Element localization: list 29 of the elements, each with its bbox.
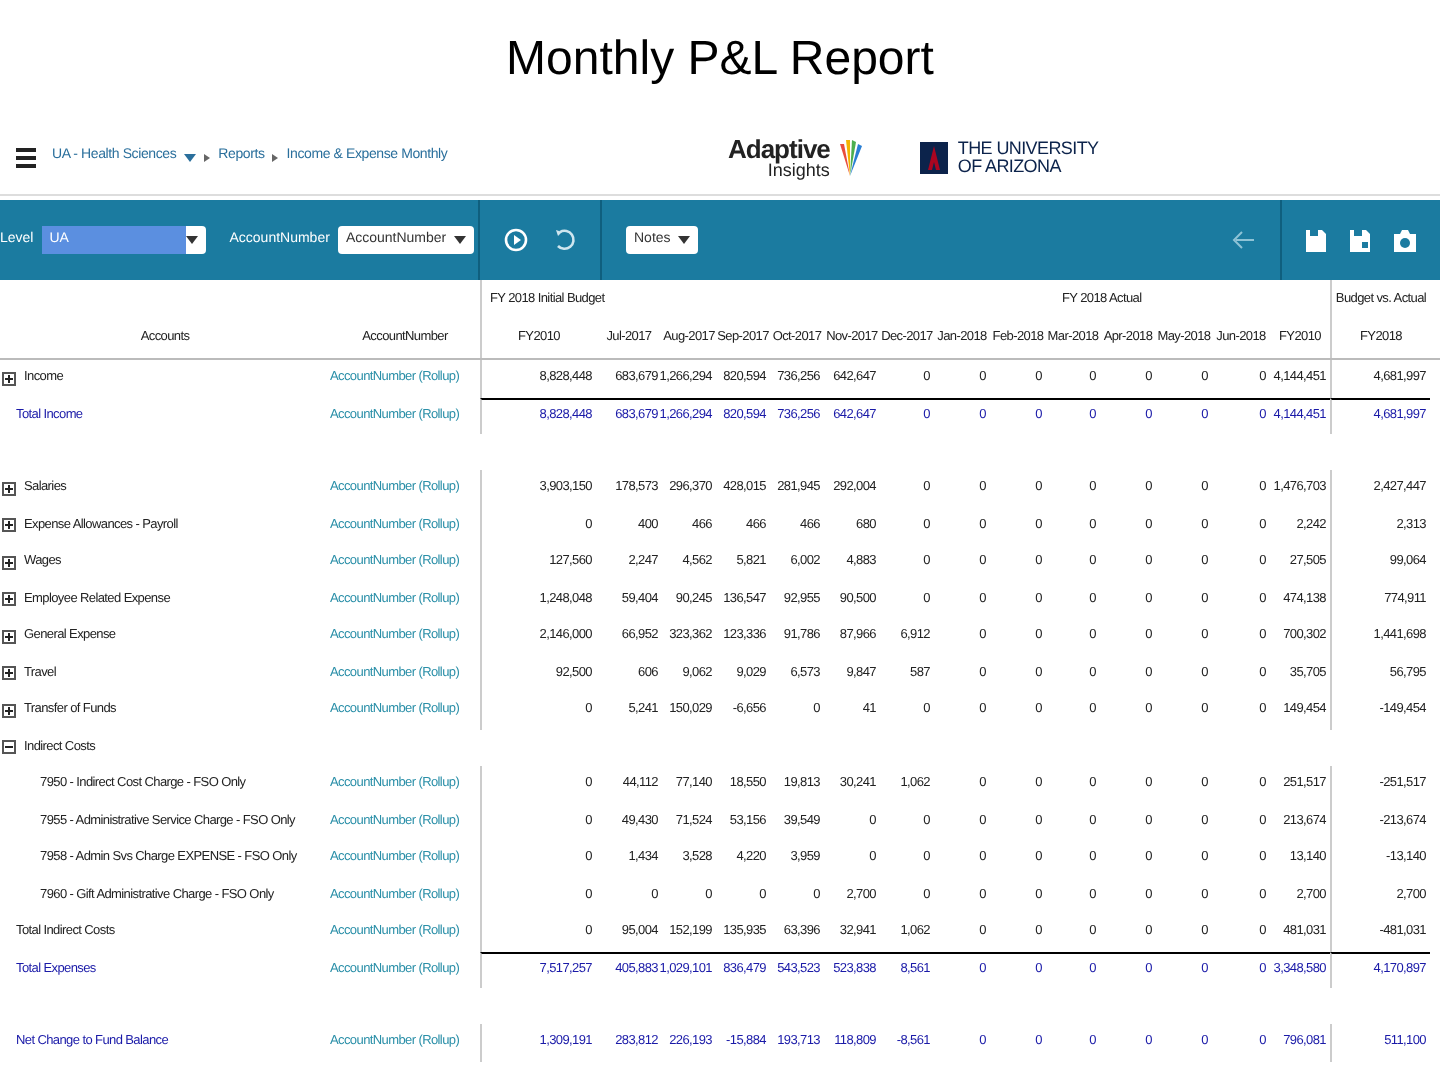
expand-icon[interactable] <box>2 703 16 718</box>
back-arrow-icon[interactable] <box>1232 230 1256 250</box>
breadcrumb-separator-icon <box>272 153 279 161</box>
expand-icon[interactable] <box>2 555 16 570</box>
save-as-icon[interactable] <box>1350 229 1370 251</box>
collapse-icon[interactable] <box>2 740 16 755</box>
expand-icon[interactable] <box>2 518 16 533</box>
expand-icon[interactable] <box>2 481 16 496</box>
camera-icon[interactable] <box>1394 229 1416 251</box>
menu-icon[interactable] <box>16 147 36 167</box>
expand-icon[interactable] <box>2 666 16 681</box>
expand-icon[interactable] <box>2 592 16 607</box>
logo-text: Adaptive <box>728 135 830 161</box>
caret-icon[interactable] <box>184 153 197 161</box>
logo-text: THE UNIVERSITY <box>957 139 1099 157</box>
logo-text: OF ARIZONA <box>957 157 1064 175</box>
play-icon[interactable] <box>504 228 528 252</box>
expand-icon[interactable] <box>2 629 16 644</box>
expand-icon[interactable] <box>2 371 16 386</box>
slide-title: Monthly P&L Report <box>506 30 934 90</box>
logo-text: Insights <box>767 161 830 179</box>
undo-icon[interactable] <box>552 228 576 252</box>
block-a-logo-icon <box>917 139 950 175</box>
dropdown-caret-icon[interactable] <box>185 236 198 244</box>
dropdown-caret-icon[interactable] <box>454 236 467 244</box>
save-icon[interactable] <box>1306 229 1326 251</box>
breadcrumb-separator-icon <box>204 153 211 161</box>
fan-logo-icon <box>837 137 862 177</box>
dropdown-caret-icon[interactable] <box>678 236 691 244</box>
